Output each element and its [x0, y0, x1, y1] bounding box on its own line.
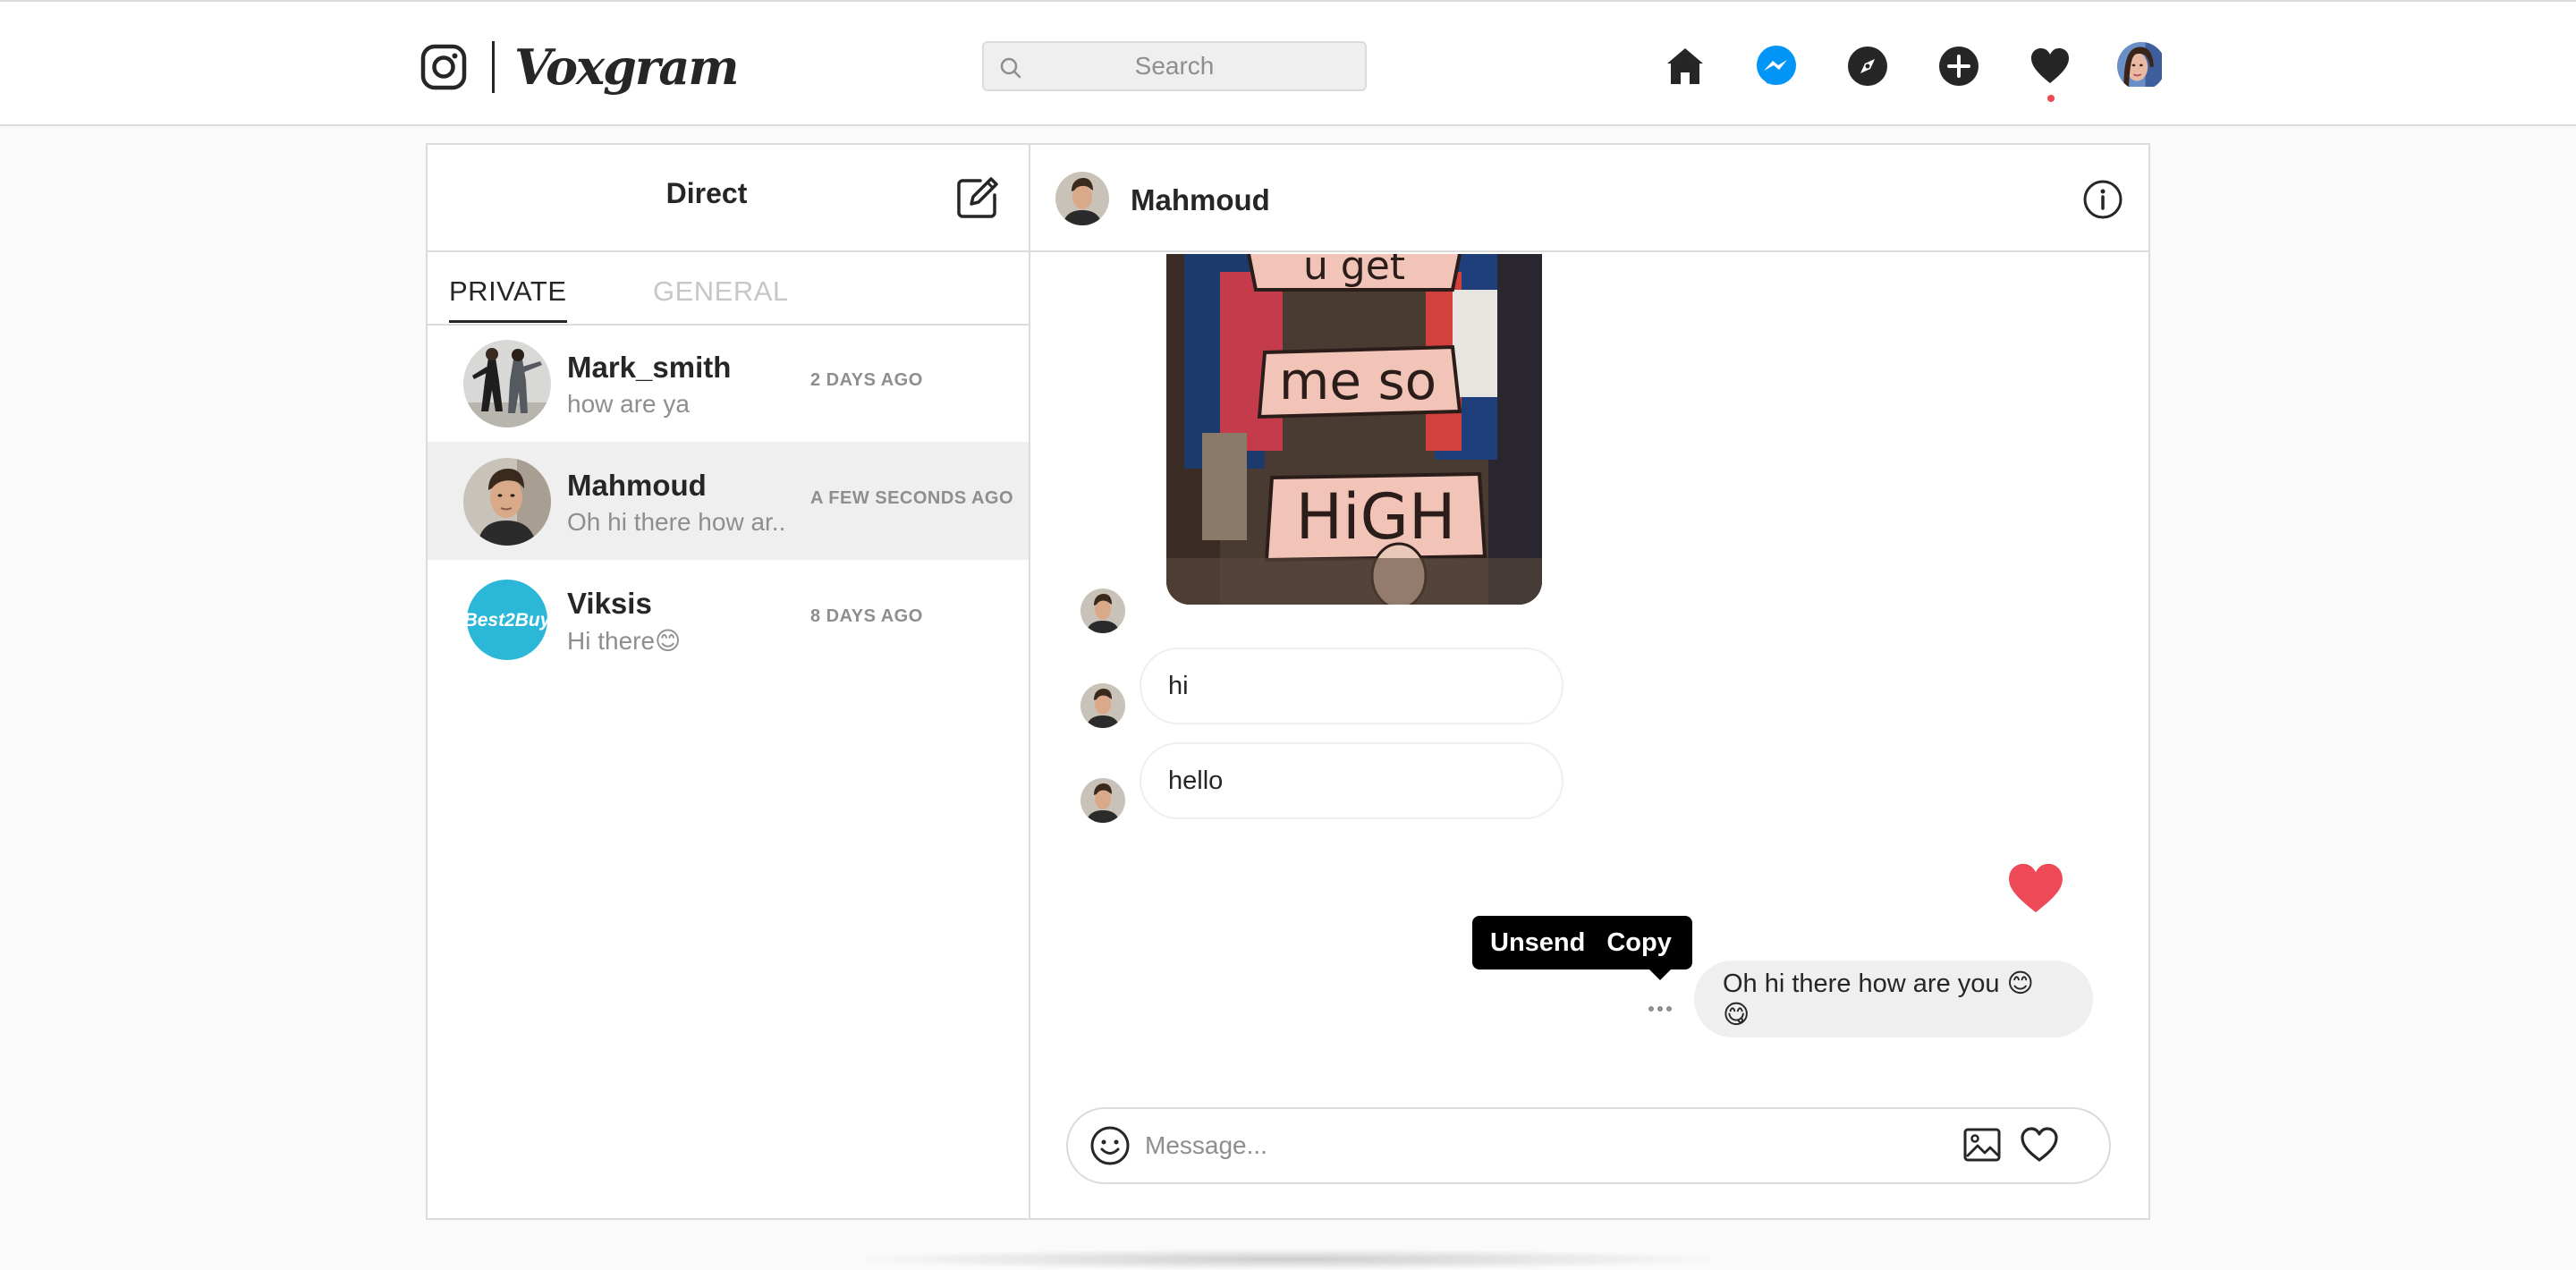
message-text: Oh hi there how are you 😊 😋	[1723, 969, 2034, 1029]
unsend-button[interactable]: Unsend	[1472, 928, 1603, 958]
dot	[1648, 1006, 1654, 1012]
home-button[interactable]	[1660, 41, 1710, 91]
message-text: hello	[1168, 766, 1224, 795]
brand[interactable]: Voxgram	[420, 36, 739, 98]
thread-preview: Oh hi there how ar..	[567, 508, 786, 536]
context-menu-pointer	[1649, 969, 1671, 980]
message-bubble-received[interactable]: hi	[1140, 648, 1563, 724]
svg-text:Best2Buy: Best2Buy	[464, 610, 551, 631]
thread-mahmoud[interactable]: Mahmoud Oh hi there how ar.. A FEW SECON…	[428, 442, 1029, 560]
thread-timestamp: 2 DAYS AGO	[810, 370, 923, 390]
dot	[1666, 1006, 1672, 1012]
thread-timestamp: 8 DAYS AGO	[810, 606, 923, 626]
shared-photo-message[interactable]: u get me so HiGH	[1166, 254, 1542, 605]
messenger-button[interactable]	[1751, 41, 1801, 91]
thread-timestamp: A FEW SECONDS AGO	[810, 488, 1014, 508]
bottom-shadow	[841, 1249, 1735, 1270]
like-heart-icon[interactable]	[2020, 1125, 2059, 1164]
thread-list: Mark_smith how are ya 2 DAYS AGO Mahmoud…	[428, 324, 1029, 678]
direct-messages-panel: Direct PRIVATE GENERAL Mark_smith how ar…	[426, 143, 2150, 1220]
emoji-icon[interactable]	[1089, 1125, 1131, 1166]
profile-avatar	[2117, 42, 2165, 90]
instagram-logo-icon	[420, 44, 467, 90]
avatar	[1080, 778, 1125, 823]
search-box[interactable]	[982, 41, 1367, 91]
avatar[interactable]	[1055, 172, 1109, 225]
info-icon[interactable]	[2082, 179, 2123, 220]
dot	[1657, 1006, 1663, 1012]
brand-divider	[492, 41, 495, 93]
inbox-title: Direct	[665, 177, 748, 209]
message-bubble-sent[interactable]: Oh hi there how are you 😊 😋	[1694, 961, 2093, 1037]
thread-viksis[interactable]: Best2Buy Viksis Hi there😊 8 DAYS AGO	[428, 560, 1029, 678]
notification-dot	[2047, 95, 2055, 102]
avatar	[1080, 683, 1125, 728]
search-input[interactable]	[984, 43, 1365, 89]
new-post-plus-icon	[1939, 47, 1979, 86]
search-icon	[1000, 57, 1021, 79]
sent-heart-icon[interactable]	[2007, 862, 2064, 914]
messenger-icon	[1757, 46, 1796, 85]
copy-button[interactable]: Copy	[1603, 928, 1690, 958]
thread-preview: how are ya	[567, 390, 690, 418]
explore-compass-icon	[1848, 47, 1887, 86]
inbox-panel: Direct PRIVATE GENERAL Mark_smith how ar…	[428, 145, 1030, 1218]
thread-name: Viksis	[567, 587, 652, 620]
new-post-button[interactable]	[1934, 41, 1984, 91]
profile-button[interactable]	[2116, 41, 2166, 91]
top-navigation-bar: Voxgram	[0, 0, 2576, 126]
message-bubble-received[interactable]: hello	[1140, 742, 1563, 819]
svg-text:HiGH: HiGH	[1296, 480, 1456, 554]
svg-text:me so: me so	[1279, 351, 1436, 411]
thread-name: Mark_smith	[567, 351, 732, 384]
inbox-tabs: PRIVATE GENERAL	[428, 252, 1029, 326]
activity-button[interactable]	[2025, 41, 2075, 102]
thread-name: Mahmoud	[567, 469, 707, 502]
svg-text:u get: u get	[1303, 254, 1405, 289]
message-options-button[interactable]	[1642, 996, 1678, 1021]
avatar	[463, 458, 551, 546]
activity-heart-icon	[2031, 48, 2069, 83]
message-composer	[1066, 1107, 2111, 1184]
conversation-panel: Mahmoud u get me so HiGH hi hello Oh hi …	[1030, 145, 2148, 1218]
message-input[interactable]	[1145, 1122, 1932, 1170]
inbox-header: Direct	[428, 145, 1029, 252]
nav-icons	[1660, 39, 2166, 102]
message-text: hi	[1168, 671, 1189, 700]
image-upload-icon[interactable]	[1962, 1127, 2002, 1163]
message-context-menu: Unsend Copy	[1472, 916, 1692, 969]
tab-general[interactable]: GENERAL	[653, 275, 789, 308]
contact-name[interactable]: Mahmoud	[1131, 183, 1270, 217]
compose-message-icon[interactable]	[955, 175, 1000, 220]
conversation-header: Mahmoud	[1030, 145, 2148, 252]
thread-mark-smith[interactable]: Mark_smith how are ya 2 DAYS AGO	[428, 324, 1029, 442]
avatar: Best2Buy	[463, 576, 551, 664]
home-icon	[1667, 48, 1703, 84]
avatar	[1080, 588, 1125, 633]
tab-private[interactable]: PRIVATE	[449, 275, 567, 323]
avatar	[463, 340, 551, 428]
explore-button[interactable]	[1843, 41, 1893, 91]
thread-preview: Hi there😊	[567, 627, 682, 655]
brand-wordmark: Voxgram	[514, 38, 739, 96]
